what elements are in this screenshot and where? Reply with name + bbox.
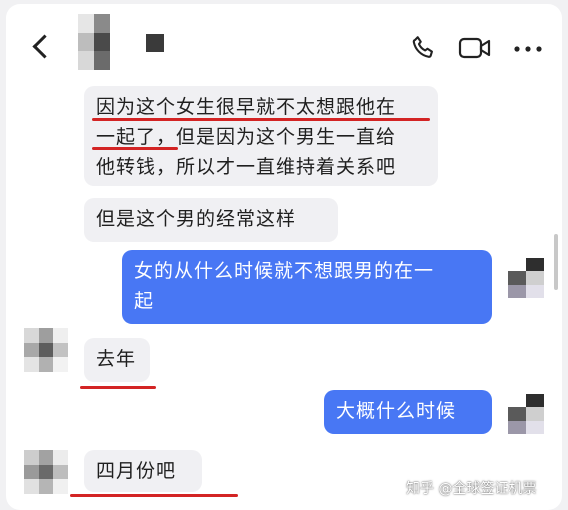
message-bubble-sent[interactable]: 女的从什么时候就不想跟男的在一 起 xyxy=(122,250,492,324)
contact-name xyxy=(146,34,164,52)
message-bubble-sent[interactable]: 大概什么时候 xyxy=(324,390,492,434)
contact-avatar[interactable] xyxy=(78,14,110,70)
message-line: 女的从什么时候就不想跟男的在一 xyxy=(134,260,435,282)
scrollbar[interactable] xyxy=(554,234,558,290)
message-bubble-received[interactable]: 因为这个女生很早就不太想跟他在 一起了，但是因为这个男生一直给 他转钱，所以才一… xyxy=(84,86,438,186)
message-line: 去年 xyxy=(96,348,137,370)
contact-avatar[interactable] xyxy=(24,328,68,372)
highlight-underline xyxy=(80,386,156,389)
watermark: 知乎 @全球签证机票 xyxy=(406,481,537,497)
video-camera-icon[interactable] xyxy=(458,36,492,60)
my-avatar[interactable] xyxy=(508,394,544,434)
highlight-underline xyxy=(92,147,178,150)
highlight-underline xyxy=(92,118,430,121)
message-line: 大概什么时候 xyxy=(336,400,457,422)
message-bubble-received[interactable]: 但是这个男的经常这样 xyxy=(84,198,338,242)
message-line: 四月份吧 xyxy=(96,460,177,482)
highlight-underline xyxy=(70,494,238,497)
message-line: 起 xyxy=(134,290,155,312)
chat-screen: 因为这个女生很早就不太想跟他在 一起了，但是因为这个男生一直给 他转钱，所以才一… xyxy=(6,4,562,510)
contact-avatar[interactable] xyxy=(24,450,68,494)
my-avatar[interactable] xyxy=(508,258,544,298)
message-bubble-received[interactable]: 四月份吧 xyxy=(84,450,202,492)
message-bubble-received[interactable]: 去年 xyxy=(84,338,150,382)
phone-icon[interactable] xyxy=(410,34,438,62)
message-line: 他转钱，所以才一直维持着关系吧 xyxy=(96,156,397,178)
back-icon[interactable] xyxy=(28,32,56,62)
message-line: 但是这个男的经常这样 xyxy=(96,208,297,230)
more-horizontal-icon[interactable] xyxy=(512,44,544,54)
chat-header xyxy=(6,4,562,88)
